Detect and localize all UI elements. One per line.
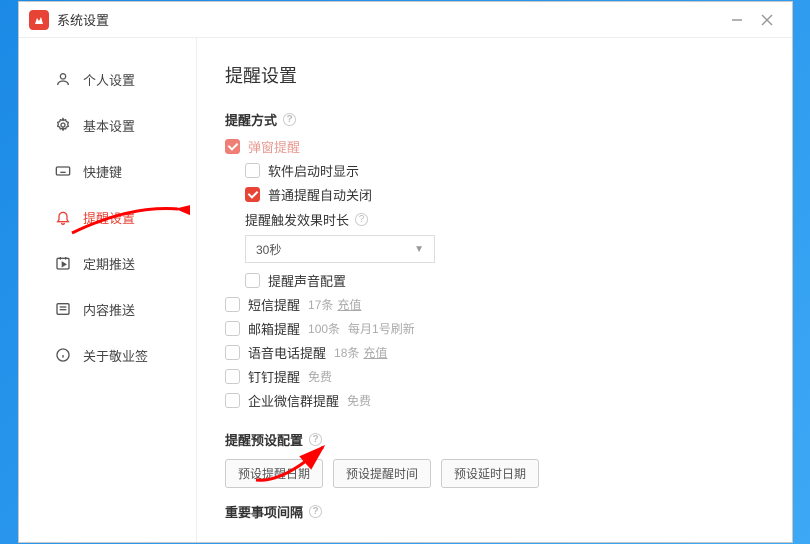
- label-popup: 弹窗提醒: [248, 137, 300, 156]
- section-preset: 提醒预设配置 ?: [225, 430, 792, 449]
- checkbox-email[interactable]: [225, 321, 240, 336]
- row-sms: 短信提醒 17条 充值: [225, 295, 792, 314]
- help-icon[interactable]: ?: [355, 213, 368, 226]
- preset-buttons: 预设提醒日期 预设提醒时间 预设延时日期: [225, 459, 792, 488]
- close-button[interactable]: [752, 6, 782, 34]
- btn-preset-date[interactable]: 预设提醒日期: [225, 459, 323, 488]
- label-wework: 企业微信群提醒: [248, 391, 339, 410]
- btn-preset-time[interactable]: 预设提醒时间: [333, 459, 431, 488]
- checkbox-wework[interactable]: [225, 393, 240, 408]
- label-sms: 短信提醒: [248, 295, 300, 314]
- select-duration[interactable]: 30秒 ▼: [245, 235, 435, 263]
- sidebar-item-basic[interactable]: 基本设置: [19, 102, 196, 148]
- push-icon: [55, 301, 71, 317]
- minimize-button[interactable]: [722, 6, 752, 34]
- row-show-on-startup: 软件启动时显示: [225, 161, 792, 180]
- section-reminder-method: 提醒方式 ?: [225, 110, 792, 129]
- row-dingtalk: 钉钉提醒 免费: [225, 367, 792, 386]
- sidebar-item-scheduled[interactable]: 定期推送: [19, 240, 196, 286]
- row-popup-reminder: 弹窗提醒: [225, 137, 792, 156]
- help-icon[interactable]: ?: [309, 505, 322, 518]
- row-wework: 企业微信群提醒 免费: [225, 391, 792, 410]
- checkbox-dingtalk[interactable]: [225, 369, 240, 384]
- schedule-icon: [55, 255, 71, 271]
- sidebar-item-shortcuts[interactable]: 快捷键: [19, 148, 196, 194]
- sidebar-item-label: 个人设置: [83, 70, 135, 89]
- sidebar-item-label: 内容推送: [83, 300, 135, 319]
- help-icon[interactable]: ?: [309, 433, 322, 446]
- checkbox-voice[interactable]: [225, 345, 240, 360]
- window-title: 系统设置: [57, 10, 109, 29]
- sidebar-item-label: 定期推送: [83, 254, 135, 273]
- sidebar-item-personal[interactable]: 个人设置: [19, 56, 196, 102]
- btn-preset-delay[interactable]: 预设延时日期: [441, 459, 539, 488]
- label-email: 邮箱提醒: [248, 319, 300, 338]
- user-icon: [55, 71, 71, 87]
- row-sound-config: 提醒声音配置: [225, 271, 792, 290]
- content-area: 提醒设置 提醒方式 ? 弹窗提醒 软件启动时显示 普通提醒自动关闭 提醒触发效果…: [197, 38, 792, 542]
- label-auto-close: 普通提醒自动关闭: [268, 185, 372, 204]
- label-dingtalk: 钉钉提醒: [248, 367, 300, 386]
- label-trigger-duration: 提醒触发效果时长 ?: [245, 210, 792, 229]
- meta-voice: 18条: [334, 344, 359, 361]
- row-email: 邮箱提醒 100条 每月1号刷新: [225, 319, 792, 338]
- checkbox-startup[interactable]: [245, 163, 260, 178]
- sidebar: 个人设置 基本设置 快捷键 提醒设置 定期推送 内容推送: [19, 38, 197, 542]
- row-voice: 语音电话提醒 18条 充值: [225, 343, 792, 362]
- link-voice-recharge[interactable]: 充值: [363, 344, 387, 361]
- help-icon[interactable]: ?: [283, 113, 296, 126]
- sidebar-item-content-push[interactable]: 内容推送: [19, 286, 196, 332]
- app-icon: [29, 10, 49, 30]
- sidebar-item-label: 基本设置: [83, 116, 135, 135]
- chevron-down-icon: ▼: [414, 244, 424, 255]
- label-sound: 提醒声音配置: [268, 271, 346, 290]
- page-title: 提醒设置: [225, 62, 792, 88]
- meta-wework: 免费: [347, 392, 371, 409]
- link-sms-recharge[interactable]: 充值: [337, 296, 361, 313]
- label-startup: 软件启动时显示: [268, 161, 359, 180]
- keyboard-icon: [55, 163, 71, 179]
- row-auto-close: 普通提醒自动关闭: [225, 185, 792, 204]
- sidebar-item-label: 提醒设置: [83, 208, 135, 227]
- meta-email: 100条: [308, 320, 340, 337]
- checkbox-auto-close[interactable]: [245, 187, 260, 202]
- meta-sms: 17条: [308, 296, 333, 313]
- section-important-interval: 重要事项间隔 ?: [225, 502, 792, 521]
- meta-dingtalk: 免费: [308, 368, 332, 385]
- sidebar-item-label: 快捷键: [83, 162, 122, 181]
- sidebar-item-reminders[interactable]: 提醒设置: [19, 194, 196, 240]
- label-voice: 语音电话提醒: [248, 343, 326, 362]
- checkbox-popup[interactable]: [225, 139, 240, 154]
- sidebar-item-label: 关于敬业签: [83, 346, 148, 365]
- settings-window: 系统设置 个人设置 基本设置 快捷键 提醒设置: [18, 1, 793, 543]
- checkbox-sms[interactable]: [225, 297, 240, 312]
- bell-icon: [55, 209, 71, 225]
- titlebar: 系统设置: [19, 2, 792, 38]
- sidebar-item-about[interactable]: 关于敬业签: [19, 332, 196, 378]
- extra-email: 每月1号刷新: [348, 320, 415, 337]
- select-value: 30秒: [256, 241, 281, 258]
- info-icon: [55, 347, 71, 363]
- checkbox-sound[interactable]: [245, 273, 260, 288]
- gear-icon: [55, 117, 71, 133]
